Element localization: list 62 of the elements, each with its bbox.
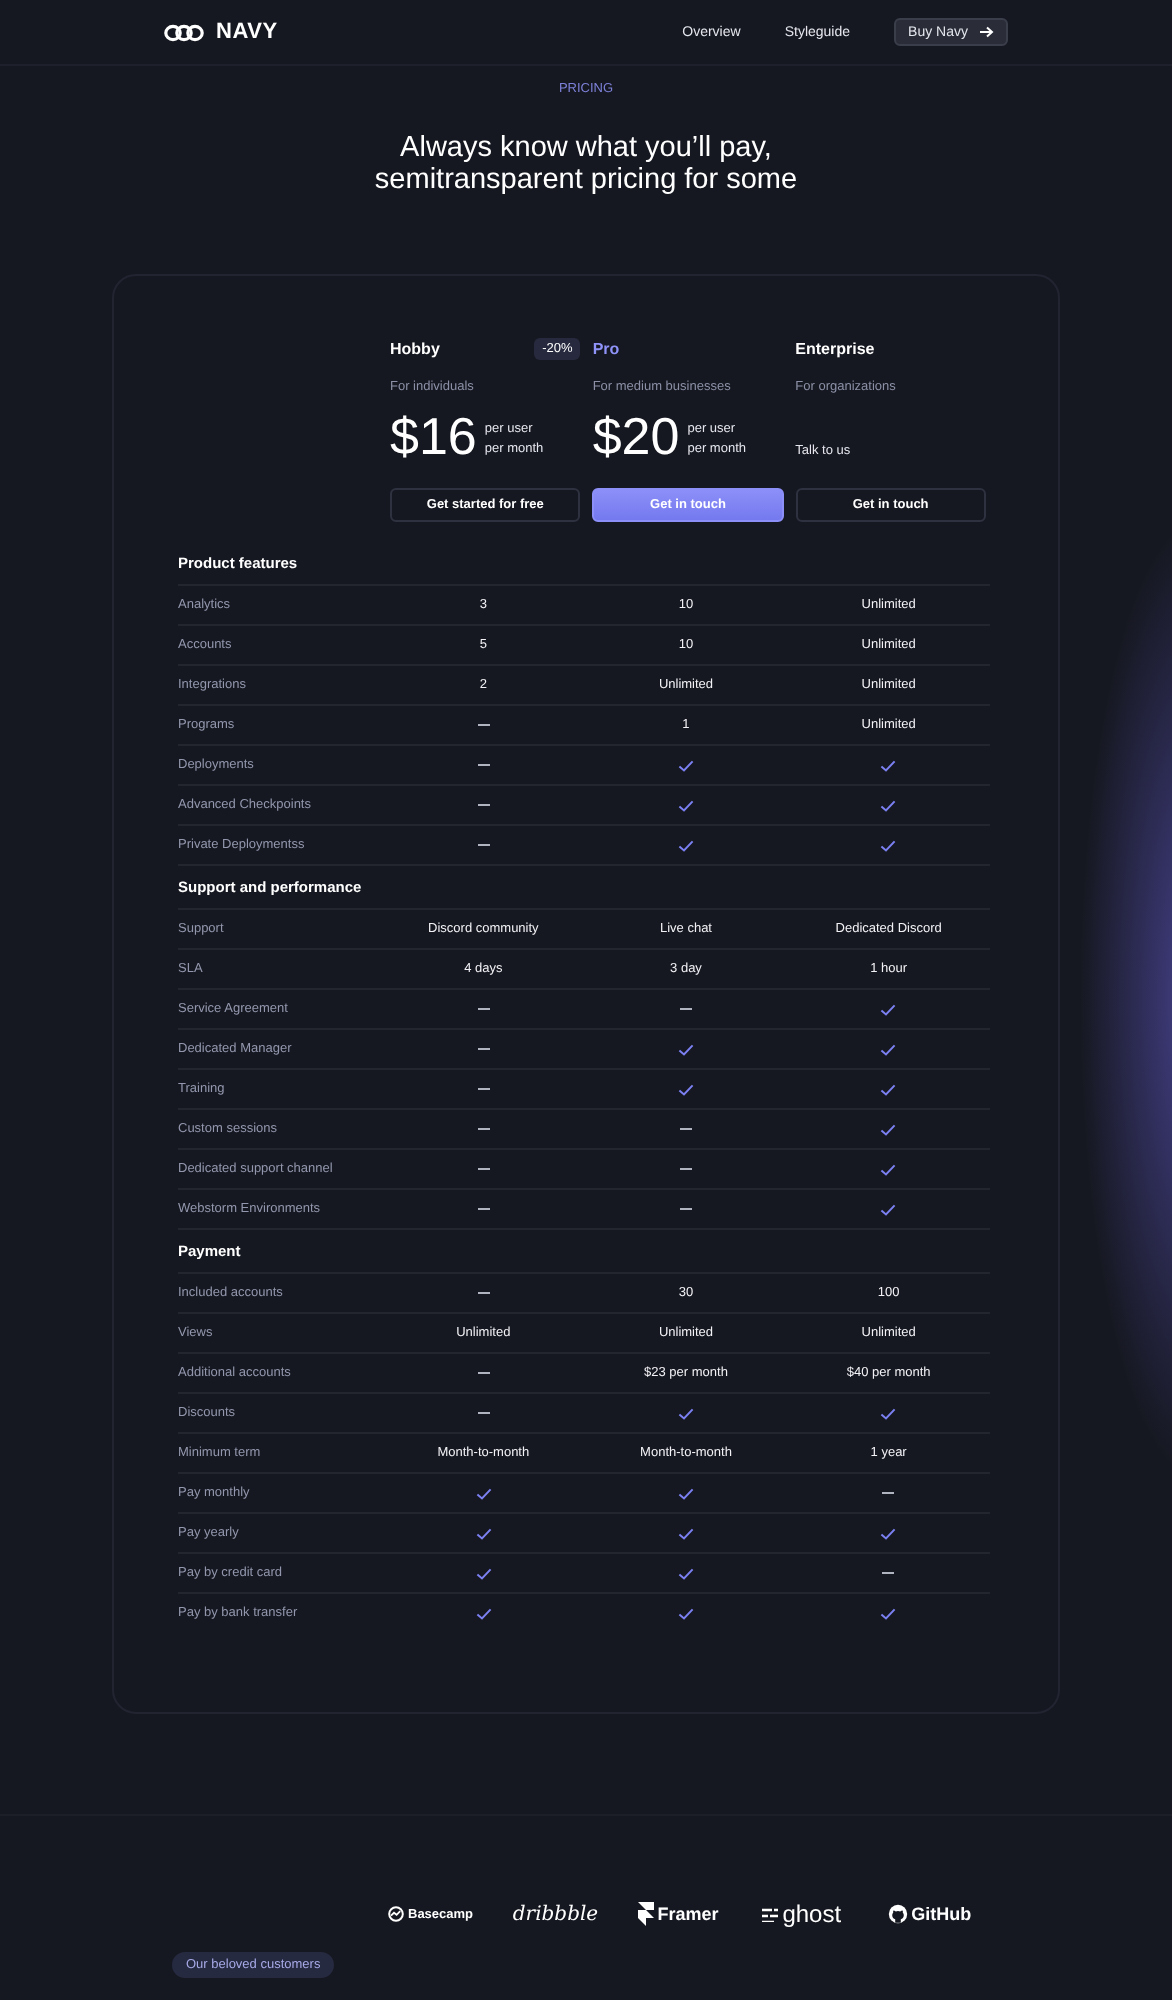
dash-icon <box>477 1128 490 1130</box>
dash-icon <box>477 1048 490 1050</box>
check-icon <box>677 1487 694 1499</box>
check-icon <box>880 1407 897 1419</box>
dash-icon <box>477 724 490 726</box>
dash-icon <box>882 1492 895 1494</box>
check-icon <box>880 1123 897 1135</box>
check-icon <box>677 799 694 811</box>
dash-icon <box>679 1008 692 1010</box>
dash-icon <box>477 1412 490 1414</box>
dash-icon <box>477 1372 490 1374</box>
dash-icon <box>477 764 490 766</box>
check-icon <box>677 1407 694 1419</box>
plan-name: Enterprise <box>795 339 875 357</box>
check-icon <box>880 759 897 771</box>
headline: Always know what you’ll pay, semitransparent pricing for some <box>372 132 800 196</box>
check-icon <box>677 839 694 851</box>
check-icon <box>677 1083 694 1095</box>
check-icon <box>475 1487 492 1499</box>
dash-icon <box>679 1168 692 1170</box>
check-icon <box>880 1043 897 1055</box>
check-icon <box>677 1567 694 1579</box>
price: $16 <box>390 406 477 466</box>
customer-logo: Framer <box>657 1904 719 1924</box>
lines-icon <box>762 1906 779 1922</box>
check-icon <box>880 1203 897 1215</box>
check-icon <box>475 1607 492 1619</box>
check-icon <box>880 839 897 851</box>
check-icon <box>677 1607 694 1619</box>
check-icon <box>677 759 694 771</box>
check-icon <box>880 1527 897 1539</box>
price: $20 <box>592 406 680 466</box>
f-mark-icon <box>637 1902 654 1926</box>
dash-icon <box>477 1292 490 1294</box>
check-icon <box>880 1083 897 1095</box>
dash-icon <box>477 1168 490 1170</box>
check-icon <box>880 799 897 811</box>
check-icon <box>880 1607 897 1619</box>
check-icon <box>880 1163 897 1175</box>
cat-icon <box>887 1904 908 1924</box>
circle-logo-icon <box>388 1906 404 1922</box>
customer-logo: ghost <box>782 1900 842 1928</box>
check-icon <box>880 1003 897 1015</box>
dash-icon <box>477 1088 490 1090</box>
customer-logo: dribbble <box>512 1903 599 1925</box>
customer-logo: GitHub <box>911 1904 972 1924</box>
logo-icon <box>164 23 204 41</box>
logo-text[interactable]: NAVY <box>216 20 278 44</box>
dash-icon <box>477 844 490 846</box>
dash-icon <box>477 1008 490 1010</box>
dash-icon <box>679 1128 692 1130</box>
arrow-icon <box>980 26 994 38</box>
check-icon <box>475 1567 492 1579</box>
dash-icon <box>882 1572 895 1574</box>
check-icon <box>677 1043 694 1055</box>
dash-icon <box>477 1208 490 1210</box>
check-icon <box>677 1527 694 1539</box>
check-icon <box>475 1527 492 1539</box>
dash-icon <box>679 1208 692 1210</box>
dash-icon <box>477 804 490 806</box>
plan-name: Hobby <box>390 339 440 357</box>
plan-name: Pro <box>592 339 620 357</box>
